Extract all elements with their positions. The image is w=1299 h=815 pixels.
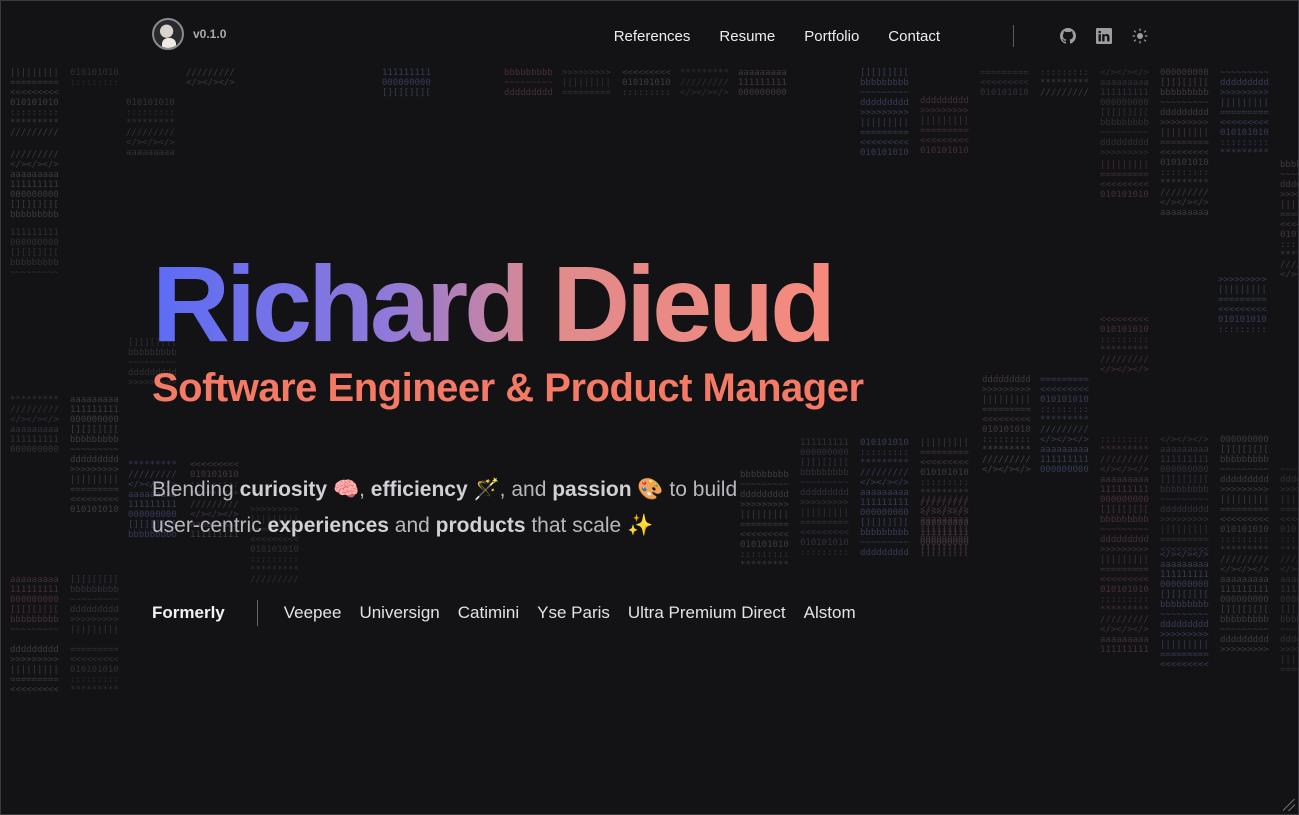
resize-handle-icon[interactable]: [1283, 799, 1295, 811]
nav-portfolio[interactable]: Portfolio: [804, 28, 859, 45]
hero: Richard Dieud Software Engineer & Produc…: [152, 250, 864, 411]
main-nav: References Resume Portfolio Contact: [614, 18, 1148, 54]
tagline-keyword: passion: [552, 478, 632, 501]
tagline-text: that scale: [525, 514, 628, 537]
linkedin-icon[interactable]: [1096, 28, 1112, 44]
tagline-keyword: efficiency: [370, 478, 468, 501]
tagline-keyword: products: [435, 514, 526, 537]
brain-emoji-icon: 🧠: [332, 478, 360, 501]
tagline-text: ,: [359, 478, 371, 501]
formerly-divider: [256, 600, 258, 626]
company-catimini[interactable]: Catimini: [458, 603, 519, 623]
nav-references[interactable]: References: [614, 28, 691, 45]
tagline-keyword: curiosity: [239, 478, 328, 501]
palette-emoji-icon: 🎨: [637, 478, 664, 501]
wand-emoji-icon: 🪄: [473, 478, 500, 501]
hero-name: Richard Dieud: [152, 250, 864, 358]
sparkles-emoji-icon: ✨: [627, 514, 654, 537]
tagline-text: , and: [499, 478, 553, 501]
tagline-text: to build: [663, 478, 738, 501]
sun-icon[interactable]: [1132, 28, 1148, 44]
formerly-row: Formerly Veepee Universign Catimini Yse …: [152, 600, 874, 626]
tagline-keyword: experiences: [267, 514, 389, 537]
tagline: Blending curiosity 🧠, efficiency 🪄, and …: [152, 472, 792, 544]
company-ultra-premium-direct[interactable]: Ultra Premium Direct: [628, 603, 786, 623]
company-alstom[interactable]: Alstom: [804, 603, 856, 623]
tagline-text: user-centric: [152, 514, 268, 537]
company-universign[interactable]: Universign: [359, 603, 439, 623]
version-label: v0.1.0: [193, 27, 227, 41]
avatar: [152, 18, 184, 50]
formerly-label: Formerly: [152, 603, 225, 622]
hero-role: Software Engineer & Product Manager: [152, 366, 864, 410]
home-link[interactable]: v0.1.0: [152, 18, 226, 50]
company-veepee[interactable]: Veepee: [284, 603, 342, 623]
tagline-text: and: [388, 514, 436, 537]
nav-resume[interactable]: Resume: [719, 28, 775, 45]
github-icon[interactable]: [1060, 28, 1076, 44]
nav-contact[interactable]: Contact: [888, 28, 940, 45]
tagline-text: Blending: [152, 478, 240, 501]
nav-divider: [1013, 25, 1014, 47]
site-header: v0.1.0 References Resume Portfolio Conta…: [152, 18, 1148, 54]
company-yse-paris[interactable]: Yse Paris: [537, 603, 610, 623]
